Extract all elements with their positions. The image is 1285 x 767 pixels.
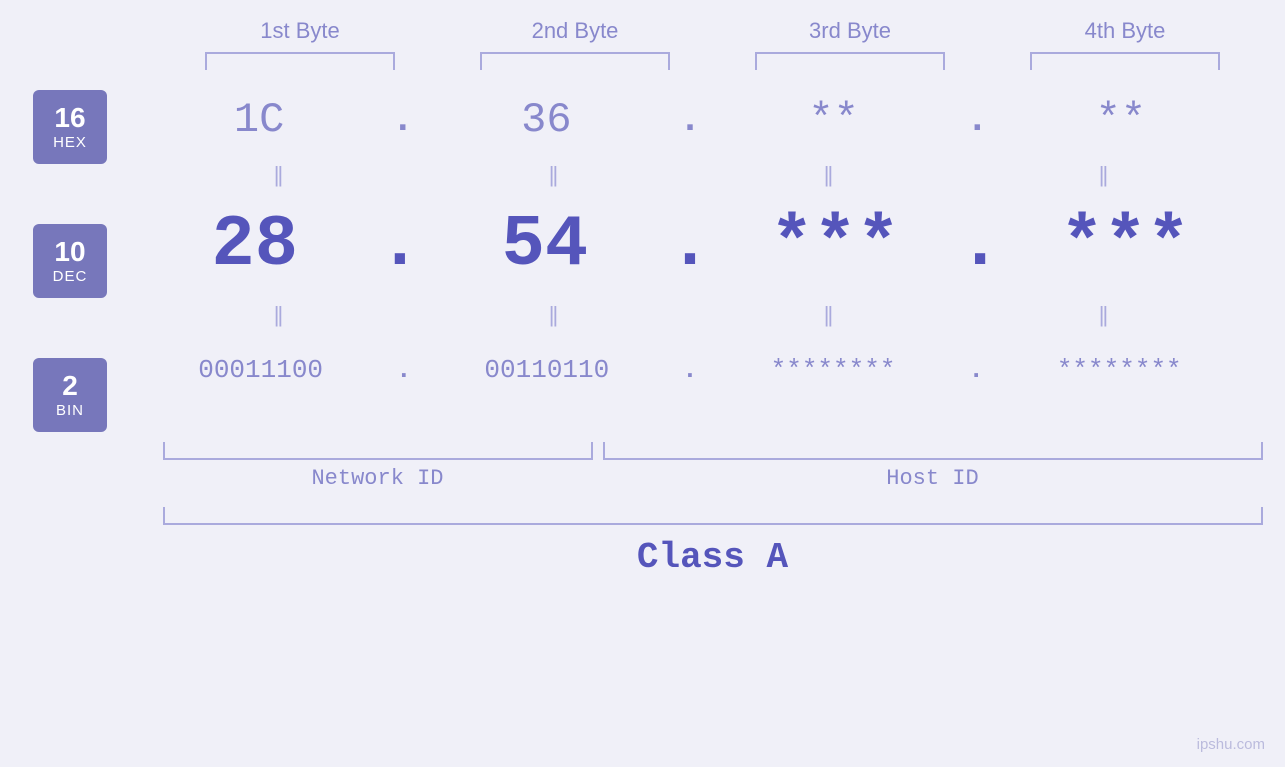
net-bracket bbox=[163, 442, 593, 460]
eq1-3: || bbox=[718, 162, 938, 188]
hex-val-2: 36 bbox=[471, 96, 621, 144]
bracket-2 bbox=[480, 52, 670, 70]
data-area: 1C . 36 . ** . ** || || || || bbox=[140, 80, 1285, 432]
hex-cell-2: 36 bbox=[436, 96, 656, 144]
host-bracket bbox=[603, 442, 1263, 460]
top-bracket-row bbox=[163, 52, 1263, 70]
rows-area: 16 HEX 10 DEC 2 BIN 1C . 36 bbox=[0, 80, 1285, 432]
hex-dot-1: . bbox=[391, 99, 414, 142]
hex-row: 1C . 36 . ** . ** bbox=[140, 80, 1240, 160]
host-id-label: Host ID bbox=[603, 466, 1263, 491]
bracket-4 bbox=[1030, 52, 1220, 70]
dec-val-3: *** bbox=[760, 204, 910, 286]
dec-cell-2: 54 bbox=[435, 204, 655, 286]
main-container: 1st Byte 2nd Byte 3rd Byte 4th Byte 16 H… bbox=[0, 0, 1285, 767]
network-id-label: Network ID bbox=[163, 466, 593, 491]
bin-badge: 2 BIN bbox=[33, 358, 107, 432]
bottom-bracket-area: Network ID Host ID bbox=[163, 442, 1263, 491]
eq2-1: || bbox=[168, 302, 388, 328]
bin-dot-3: . bbox=[968, 355, 984, 385]
hex-cell-4: ** bbox=[1011, 96, 1231, 144]
equals-row-2: || || || || bbox=[140, 300, 1240, 330]
bin-row: 00011100 . 00110110 . ******** . *******… bbox=[140, 330, 1240, 410]
eq2-3: || bbox=[718, 302, 938, 328]
bin-cell-3: ******** bbox=[723, 355, 943, 385]
overall-bracket-row bbox=[163, 507, 1263, 525]
label-column: 16 HEX 10 DEC 2 BIN bbox=[0, 80, 140, 432]
id-labels-row: Network ID Host ID bbox=[163, 466, 1263, 491]
dec-val-1: 28 bbox=[180, 204, 330, 286]
class-label: Class A bbox=[637, 537, 788, 578]
bin-dot-1: . bbox=[396, 355, 412, 385]
hex-cell-3: ** bbox=[724, 96, 944, 144]
dec-cell-4: *** bbox=[1015, 204, 1235, 286]
bracket-1 bbox=[205, 52, 395, 70]
eq2-4: || bbox=[993, 302, 1213, 328]
equals-row-1: || || || || bbox=[140, 160, 1240, 190]
bin-cell-1: 00011100 bbox=[151, 355, 371, 385]
bin-val-4: ******** bbox=[1044, 355, 1194, 385]
dec-cell-3: *** bbox=[725, 204, 945, 286]
hex-val-3: ** bbox=[759, 96, 909, 144]
bin-val-3: ******** bbox=[758, 355, 908, 385]
dec-badge: 10 DEC bbox=[33, 224, 107, 298]
watermark: ipshu.com bbox=[1197, 736, 1265, 753]
dec-cell-1: 28 bbox=[145, 204, 365, 286]
hex-val-4: ** bbox=[1046, 96, 1196, 144]
dec-dot-3: . bbox=[959, 204, 1002, 286]
byte4-header: 4th Byte bbox=[1015, 18, 1235, 44]
hex-dot-2: . bbox=[679, 99, 702, 142]
dec-val-2: 54 bbox=[470, 204, 620, 286]
eq1-4: || bbox=[993, 162, 1213, 188]
dec-row: 28 . 54 . *** . *** bbox=[140, 190, 1240, 300]
byte2-header: 2nd Byte bbox=[465, 18, 685, 44]
byte3-header: 3rd Byte bbox=[740, 18, 960, 44]
hex-val-1: 1C bbox=[184, 96, 334, 144]
byte1-header: 1st Byte bbox=[190, 18, 410, 44]
bin-cell-2: 00110110 bbox=[437, 355, 657, 385]
hex-badge: 16 HEX bbox=[33, 90, 107, 164]
bin-cell-4: ******** bbox=[1009, 355, 1229, 385]
dec-val-4: *** bbox=[1050, 204, 1200, 286]
hex-dot-3: . bbox=[966, 99, 989, 142]
bracket-line-row bbox=[163, 442, 1263, 460]
bin-dot-2: . bbox=[682, 355, 698, 385]
eq2-2: || bbox=[443, 302, 663, 328]
dec-dot-1: . bbox=[378, 204, 421, 286]
bracket-3 bbox=[755, 52, 945, 70]
dec-dot-2: . bbox=[668, 204, 711, 286]
eq1-2: || bbox=[443, 162, 663, 188]
byte-headers: 1st Byte 2nd Byte 3rd Byte 4th Byte bbox=[163, 18, 1263, 44]
bin-val-1: 00011100 bbox=[186, 355, 336, 385]
eq1-1: || bbox=[168, 162, 388, 188]
class-label-row: Class A bbox=[163, 537, 1263, 578]
hex-cell-1: 1C bbox=[149, 96, 369, 144]
overall-bracket bbox=[163, 507, 1263, 525]
bin-val-2: 00110110 bbox=[472, 355, 622, 385]
